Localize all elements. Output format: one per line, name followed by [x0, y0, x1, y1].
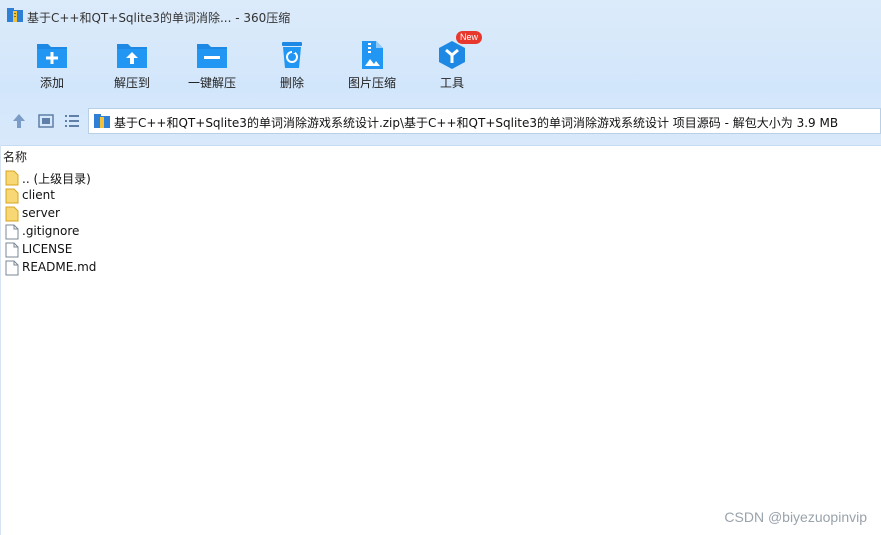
column-header-name[interactable]: 名称 [3, 148, 27, 165]
delete-button[interactable]: 删除 [252, 36, 332, 98]
window-title: 基于C++和QT+Sqlite3的单词消除... - 360压缩 [27, 11, 291, 25]
add-label: 添加 [39, 76, 64, 90]
window-chrome: 基于C++和QT+Sqlite3的单词消除... - 360压缩 添加 解压到 [0, 0, 881, 146]
new-badge: New [456, 31, 483, 44]
file-icon [5, 260, 19, 276]
extract-folder-icon [117, 44, 147, 68]
file-icon [5, 242, 19, 258]
tools-label: 工具 [439, 76, 464, 90]
thumbnail-view-icon[interactable] [37, 112, 55, 130]
path-field[interactable]: 基于C++和QT+Sqlite3的单词消除游戏系统设计.zip\基于C++和QT… [88, 108, 881, 134]
item-name: client [22, 188, 55, 202]
watermark: CSDN @biyezuopinvip [724, 509, 867, 525]
recycle-bin-icon [282, 42, 302, 68]
list-view-icon[interactable] [63, 112, 81, 130]
title-bar[interactable]: 基于C++和QT+Sqlite3的单词消除... - 360压缩 [0, 0, 881, 32]
item-name: README.md [22, 260, 97, 274]
one-click-extract-button[interactable]: 一键解压 [172, 36, 252, 98]
one-click-extract-label: 一键解压 [187, 76, 236, 90]
extract-to-label: 解压到 [113, 76, 150, 90]
item-name: .gitignore [22, 224, 80, 238]
item-name: LICENSE [22, 242, 73, 256]
add-folder-icon [37, 44, 67, 68]
image-zip-icon [362, 41, 383, 69]
item-name: .. (上级目录) [22, 172, 91, 186]
zip-file-icon [94, 114, 110, 128]
up-arrow-icon[interactable] [10, 112, 28, 130]
item-name: server [22, 206, 60, 220]
quick-extract-icon [197, 44, 227, 68]
toolbar: 添加 解压到 一键解压 删除 图片压缩 New 工具 [0, 31, 881, 100]
tools-hexagon-icon [439, 41, 465, 69]
folder-icon [5, 206, 19, 222]
archive-icon [7, 8, 23, 22]
address-bar: 基于C++和QT+Sqlite3的单词消除游戏系统设计.zip\基于C++和QT… [0, 106, 881, 136]
file-list[interactable]: 名称 .. (上级目录) client server .gitignore LI… [0, 145, 881, 535]
extract-to-button[interactable]: 解压到 [92, 36, 172, 98]
image-compress-button[interactable]: 图片压缩 [332, 36, 412, 98]
add-button[interactable]: 添加 [12, 36, 92, 98]
delete-label: 删除 [279, 76, 304, 90]
file-icon [5, 224, 19, 240]
image-compress-label: 图片压缩 [347, 76, 396, 90]
path-text: 基于C++和QT+Sqlite3的单词消除游戏系统设计.zip\基于C++和QT… [114, 116, 839, 130]
folder-icon [5, 170, 19, 186]
folder-icon [5, 188, 19, 204]
tools-button[interactable]: New 工具 [412, 31, 492, 98]
